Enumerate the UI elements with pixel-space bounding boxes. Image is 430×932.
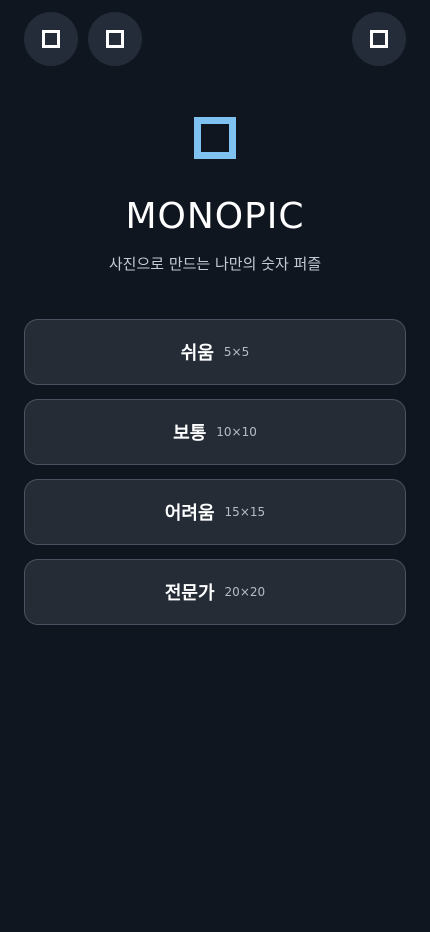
difficulty-label: 보통 xyxy=(173,423,207,444)
difficulty-label: 전문가 xyxy=(164,583,215,604)
difficulty-label: 어려움 xyxy=(164,503,215,524)
square-icon xyxy=(42,30,60,48)
difficulty-label: 쉬움 xyxy=(180,343,214,364)
app-logo-icon xyxy=(194,117,236,159)
difficulty-button-easy[interactable]: 쉬움 5×5 xyxy=(24,319,406,385)
grid-size-label: 5×5 xyxy=(223,345,250,359)
square-icon xyxy=(370,30,388,48)
square-icon xyxy=(106,30,124,48)
difficulty-button-expert[interactable]: 전문가 20×20 xyxy=(24,559,406,625)
grid-size-label: 15×15 xyxy=(224,505,266,519)
app-subtitle: 사진으로 만드는 나만의 숫자 퍼즐 xyxy=(108,255,322,273)
top-left-button-2[interactable] xyxy=(88,12,142,66)
difficulty-button-hard[interactable]: 어려움 15×15 xyxy=(24,479,406,545)
grid-size-label: 20×20 xyxy=(224,585,266,599)
app-title: MONOPIC xyxy=(125,196,305,237)
difficulty-button-normal[interactable]: 보통 10×10 xyxy=(24,399,406,465)
difficulty-list: 쉬움 5×5 보통 10×10 어려움 15×15 전문가 20×20 xyxy=(24,319,406,639)
top-left-button-1[interactable] xyxy=(24,12,78,66)
grid-size-label: 10×10 xyxy=(216,425,257,439)
top-right-button[interactable] xyxy=(352,12,406,66)
